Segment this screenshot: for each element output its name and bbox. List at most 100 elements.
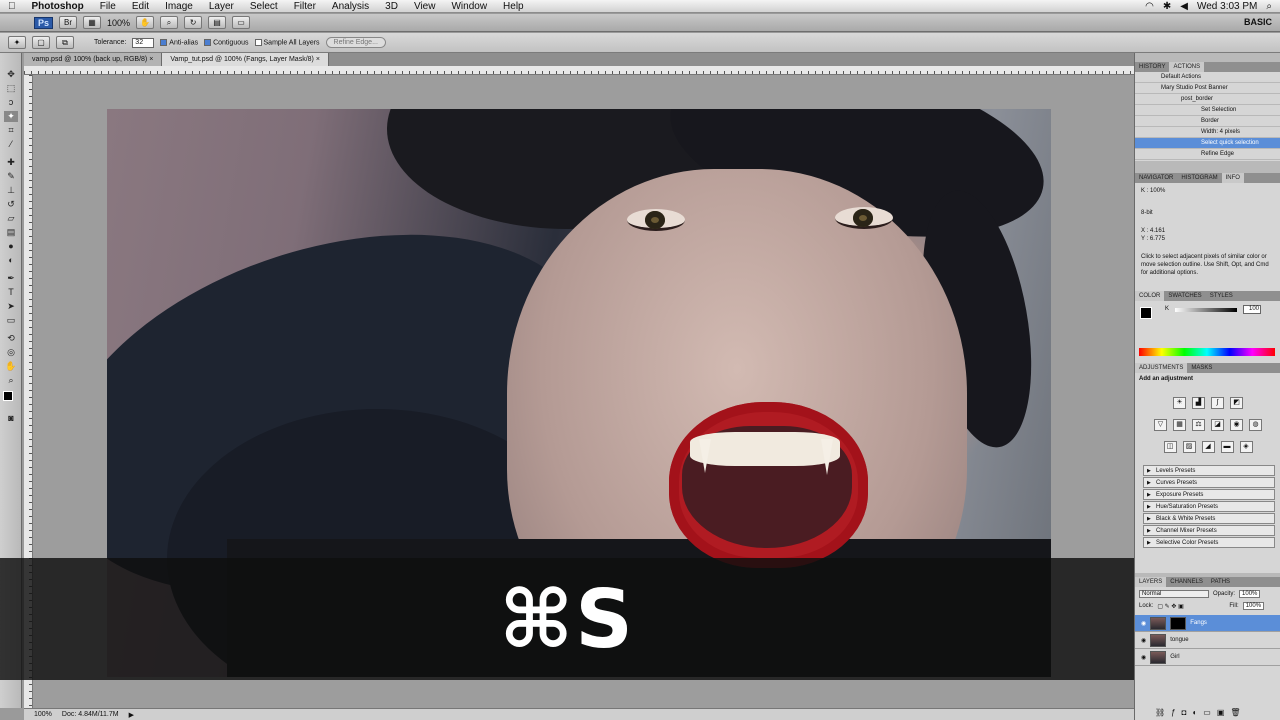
- tab-info[interactable]: INFO: [1221, 173, 1244, 183]
- menu-window[interactable]: Window: [443, 0, 495, 13]
- horizontal-ruler[interactable]: [24, 66, 1134, 75]
- menu-view[interactable]: View: [406, 0, 444, 13]
- 3d-orbit-icon[interactable]: ◎: [4, 347, 18, 358]
- tab-vamp-tut[interactable]: Vamp_tut.psd @ 100% (Fangs, Layer Mask/8…: [162, 53, 329, 66]
- tolerance-input[interactable]: 32: [132, 37, 155, 48]
- brightness-contrast-icon[interactable]: ☀: [1173, 397, 1186, 409]
- sample-all-layers-checkbox[interactable]: Sample All Layers: [254, 38, 320, 46]
- gradient-tool-icon[interactable]: ▤: [4, 227, 18, 238]
- tab-masks[interactable]: MASKS: [1187, 363, 1216, 373]
- rotate-view-icon[interactable]: ↻: [184, 16, 203, 29]
- link-layers-icon[interactable]: ⛓: [1155, 708, 1171, 717]
- hand-tool-icon[interactable]: ✋: [136, 16, 155, 29]
- add-selection-icon[interactable]: ⧉: [56, 36, 74, 49]
- action-item[interactable]: Refine Edge: [1135, 149, 1280, 160]
- lock-icons[interactable]: ▢ ✎ ✥ ▣: [1157, 603, 1225, 610]
- menu-select[interactable]: Select: [242, 0, 286, 13]
- tab-color[interactable]: COLOR: [1135, 291, 1165, 301]
- 3d-rotate-icon[interactable]: ⟲: [4, 333, 18, 344]
- invert-icon[interactable]: ◫: [1163, 441, 1177, 453]
- app-menu[interactable]: Photoshop: [24, 0, 92, 13]
- hue-saturation-icon[interactable]: ▦: [1173, 419, 1186, 431]
- posterize-icon[interactable]: ▨: [1182, 441, 1196, 453]
- black-white-presets[interactable]: Black & White Presets: [1143, 513, 1275, 525]
- selective-color-presets[interactable]: Selective Color Presets: [1143, 537, 1275, 549]
- channel-mixer-presets[interactable]: Channel Mixer Presets: [1143, 525, 1275, 537]
- arrange-documents-icon[interactable]: ▤: [208, 16, 227, 29]
- clock[interactable]: Wed 3:03 PM: [1197, 1, 1257, 12]
- layer-row-tongue[interactable]: ◉ tongue: [1135, 632, 1280, 649]
- layer-row-fangs[interactable]: ◉ Fangs: [1135, 615, 1280, 632]
- shape-tool-icon[interactable]: ▭: [4, 315, 18, 326]
- wifi-icon[interactable]: ◠: [1145, 1, 1154, 12]
- view-extras-button[interactable]: ▦: [83, 16, 102, 29]
- levels-presets[interactable]: Levels Presets: [1143, 465, 1275, 477]
- tab-styles[interactable]: STYLES: [1206, 291, 1237, 301]
- quick-mask-icon[interactable]: ◙: [4, 413, 18, 424]
- new-selection-icon[interactable]: ▢: [32, 36, 50, 49]
- refine-edge-button[interactable]: Refine Edge...: [325, 37, 386, 48]
- foreground-color-swatch[interactable]: [1140, 307, 1152, 319]
- anti-alias-checkbox[interactable]: Anti-alias: [160, 38, 198, 46]
- eye-icon[interactable]: ◉: [1141, 654, 1146, 661]
- foreground-color-swatch[interactable]: [3, 391, 13, 401]
- menu-layer[interactable]: Layer: [201, 0, 242, 13]
- status-menu-arrow-icon[interactable]: ▶: [129, 711, 134, 719]
- new-adjustment-icon[interactable]: ◐: [1192, 708, 1203, 717]
- magic-wand-tool-icon[interactable]: ✦: [4, 111, 18, 122]
- hue-saturation-presets[interactable]: Hue/Saturation Presets: [1143, 501, 1275, 513]
- menu-3d[interactable]: 3D: [377, 0, 406, 13]
- action-item[interactable]: post_border: [1135, 94, 1280, 105]
- layer-name[interactable]: tongue: [1170, 637, 1188, 643]
- curves-icon[interactable]: ∫: [1211, 397, 1224, 409]
- tab-actions[interactable]: ACTIONS: [1169, 62, 1205, 72]
- add-mask-icon[interactable]: ◘: [1182, 708, 1193, 717]
- menu-image[interactable]: Image: [157, 0, 201, 13]
- curves-presets[interactable]: Curves Presets: [1143, 477, 1275, 489]
- k-value-input[interactable]: 100: [1243, 305, 1261, 314]
- opacity-input[interactable]: 100%: [1239, 590, 1261, 598]
- layer-name[interactable]: Girl: [1170, 654, 1179, 660]
- clone-stamp-icon[interactable]: ⊥: [4, 185, 18, 196]
- zoom-tool-icon[interactable]: ⌕: [160, 16, 179, 29]
- bluetooth-icon[interactable]: ✱: [1163, 1, 1171, 12]
- levels-icon[interactable]: ▟: [1192, 397, 1205, 409]
- spotlight-icon[interactable]: ⌕: [1266, 1, 1272, 12]
- history-brush-icon[interactable]: ↺: [4, 199, 18, 210]
- pen-tool-icon[interactable]: ✒: [4, 273, 18, 284]
- layer-name[interactable]: Fangs: [1190, 620, 1207, 626]
- action-item[interactable]: Width: 4 pixels: [1135, 127, 1280, 138]
- lasso-tool-icon[interactable]: ↄ: [4, 97, 18, 108]
- marquee-tool-icon[interactable]: ⬚: [4, 83, 18, 94]
- tab-layers[interactable]: LAYERS: [1135, 577, 1167, 587]
- eye-icon[interactable]: ◉: [1141, 637, 1146, 644]
- eye-icon[interactable]: ◉: [1141, 620, 1146, 627]
- zoom-tool-icon[interactable]: ⌕: [4, 375, 18, 386]
- menu-edit[interactable]: Edit: [124, 0, 157, 13]
- menu-filter[interactable]: Filter: [286, 0, 324, 13]
- layer-mask-thumbnail[interactable]: [1170, 616, 1187, 630]
- move-tool-icon[interactable]: ✥: [4, 69, 18, 80]
- volume-icon[interactable]: ◀: [1180, 1, 1188, 12]
- k-slider[interactable]: [1175, 308, 1237, 312]
- tab-histogram[interactable]: HISTOGRAM: [1177, 173, 1221, 183]
- type-tool-icon[interactable]: T: [4, 287, 18, 298]
- photo-filter-icon[interactable]: ◉: [1230, 419, 1243, 431]
- eyedropper-tool-icon[interactable]: ⁄: [4, 139, 18, 150]
- menu-file[interactable]: File: [92, 0, 124, 13]
- menu-help[interactable]: Help: [495, 0, 532, 13]
- threshold-icon[interactable]: ◢: [1201, 441, 1215, 453]
- delete-layer-icon[interactable]: 🗑: [1230, 708, 1246, 717]
- blend-mode-select[interactable]: Normal: [1139, 590, 1209, 598]
- eraser-tool-icon[interactable]: ▱: [4, 213, 18, 224]
- brush-tool-icon[interactable]: ✎: [4, 171, 18, 182]
- channel-mixer-icon[interactable]: ◍: [1249, 419, 1262, 431]
- tab-history[interactable]: HISTORY: [1135, 62, 1169, 72]
- selective-color-icon[interactable]: ◈: [1239, 441, 1253, 453]
- healing-brush-icon[interactable]: ✚: [4, 157, 18, 168]
- zoom-level[interactable]: 100%: [34, 711, 52, 718]
- menu-analysis[interactable]: Analysis: [324, 0, 377, 13]
- workspace-switcher[interactable]: BASIC: [1244, 16, 1272, 29]
- new-group-icon[interactable]: ▭: [1203, 708, 1217, 717]
- screen-mode-icon[interactable]: ▭: [232, 16, 251, 29]
